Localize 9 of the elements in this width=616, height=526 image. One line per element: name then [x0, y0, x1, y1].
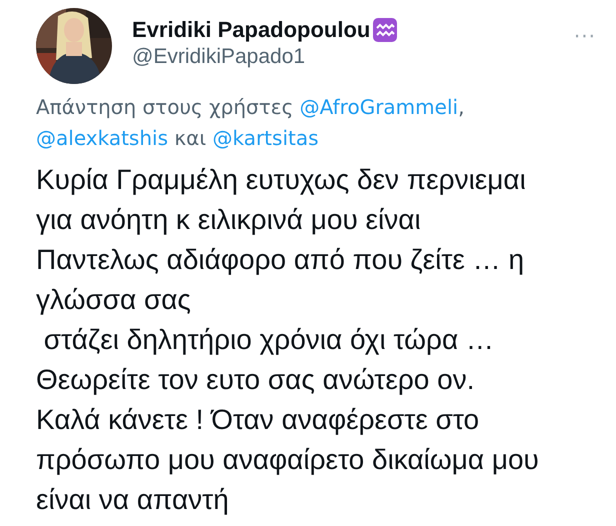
reply-context: Απάντηση στους χρήστες @AfroGrammeli, @alexkatshis και @kartsitas: [36, 94, 466, 152]
mention-link[interactable]: @AfroGrammeli: [300, 95, 458, 119]
mention-link[interactable]: @alexkatshis: [36, 126, 168, 150]
mention-link[interactable]: @kartsitas: [212, 126, 319, 150]
author-name[interactable]: Evridiki Papadopoulou: [132, 17, 370, 43]
tweet-text: Κυρία Γραμμέλη ευτυχως δεν περνιεμαι για ανόητη κ ειλικρινά μου είναι Παντελως αδιάφορο από που ζείτε … η γλώσσα σας στάζει δηλητήριο χρόνια όχι τώρα … Θεωρείτε τον ευτο σας ανώτερο ον. Καλά κάνετε ! Όταν αναφέρεστε στο πρόσωπο μου αναφαίρετο δικαίωμα μου είναι να απαντή: [36, 163, 540, 517]
author-handle[interactable]: @EvridikiPapado1: [132, 45, 554, 69]
aquarius-icon: [372, 17, 398, 43]
more-icon[interactable]: ···: [574, 24, 596, 48]
